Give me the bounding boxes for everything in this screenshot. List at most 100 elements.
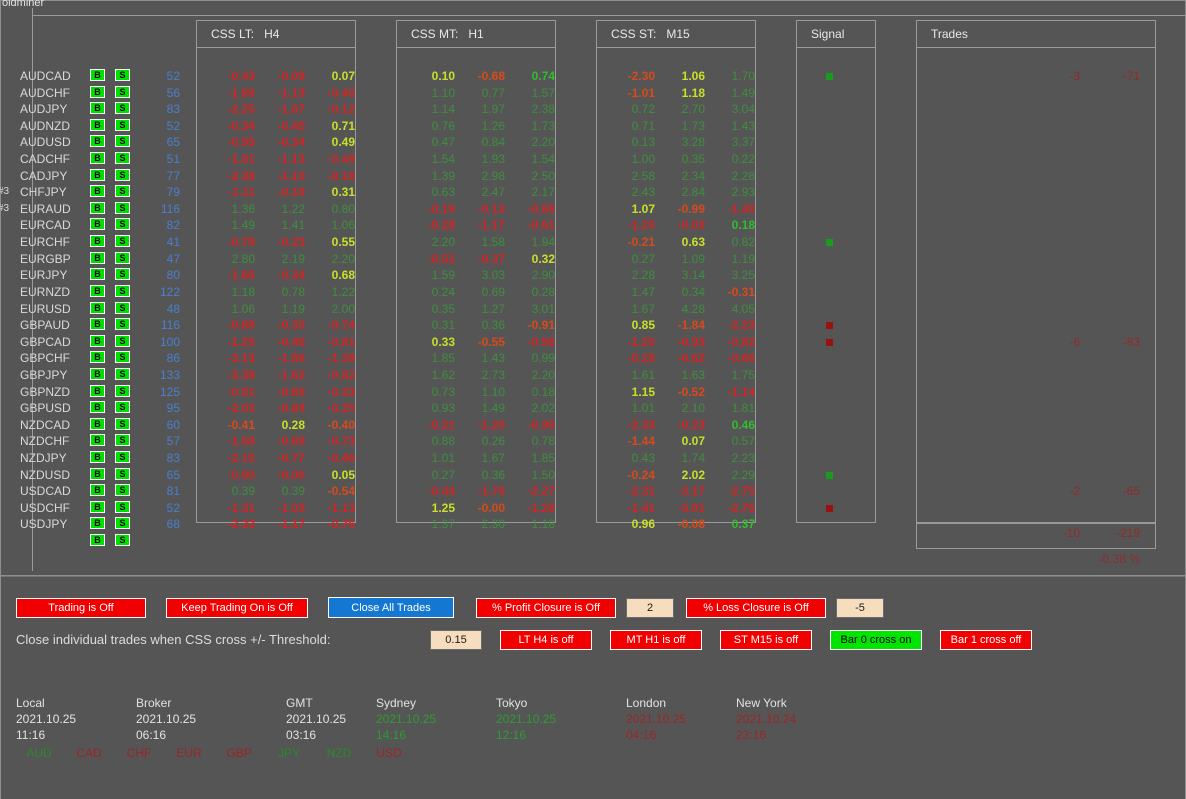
buy-button-audnzd[interactable]: B [90, 118, 105, 131]
buy-button-cadchf[interactable]: B [90, 152, 105, 165]
buy-button-usdchf[interactable]: B [90, 500, 105, 513]
buy-button-eurcad[interactable]: B [90, 218, 105, 231]
sell-button-eurnzd[interactable]: S [115, 284, 130, 297]
loss-closure-button[interactable]: % Loss Closure is Off [686, 598, 826, 618]
css-st-cell: 1.49 [731, 85, 755, 100]
css-lt-cell: -0.84 [277, 401, 305, 416]
sell-button-nzdusd[interactable]: S [115, 467, 130, 480]
sell-button-eurjpy[interactable]: S [115, 268, 130, 281]
trade-pips [1020, 350, 1080, 367]
clock-date: 2021.10.25 [16, 712, 77, 726]
buy-button-cadjpy[interactable]: B [90, 168, 105, 181]
buy-button-eurgbp[interactable]: B [90, 251, 105, 264]
mt-h1-toggle-button[interactable]: MT H1 is off [610, 630, 702, 650]
buy-button-eurjpy[interactable]: B [90, 268, 105, 281]
css-st-row: -1.44 0.07 0.57 [605, 433, 755, 450]
buy-button-gbpcad[interactable]: B [90, 334, 105, 347]
buy-button-gbpchf[interactable]: B [90, 351, 105, 364]
buy-button-audchf[interactable]: B [90, 85, 105, 98]
threshold-input[interactable]: 0.15 [430, 630, 482, 650]
buy-button-gbpusd[interactable]: B [90, 401, 105, 414]
css-st-cell: -1.84 [677, 318, 705, 333]
css-lt-cell: -3.13 [227, 351, 255, 366]
clock-date: 2021.10.25 [136, 712, 197, 726]
sell-button-audusd[interactable]: S [115, 135, 130, 148]
sell-button-chfjpy[interactable]: S [115, 185, 130, 198]
css-st-cell: -2.31 [627, 484, 655, 499]
sell-button-eurusd[interactable]: S [115, 301, 130, 314]
sell-button-gbpusd[interactable]: S [115, 401, 130, 414]
css-lt-cell: 0.05 [331, 467, 355, 482]
sell-button-nzdchf[interactable]: S [115, 434, 130, 447]
close-all-trades-button[interactable]: Close All Trades [328, 597, 454, 618]
trades-percent: -0.38 % [1098, 552, 1140, 566]
sell-button-gbpchf[interactable]: S [115, 351, 130, 364]
buy-button-audjpy[interactable]: B [90, 102, 105, 115]
sell-button-audjpy[interactable]: S [115, 102, 130, 115]
sell-button-cadjpy[interactable]: S [115, 168, 130, 181]
buy-button-nzdcad[interactable]: B [90, 417, 105, 430]
css-mt-cell: 0.36 [481, 318, 505, 333]
spread-value: 41 [166, 235, 180, 250]
css-lt-row: 1.18 0.78 1.22 [205, 284, 355, 301]
sell-button-audchf[interactable]: S [115, 85, 130, 98]
signal-row [826, 251, 846, 268]
buy-button-eurnzd[interactable]: B [90, 284, 105, 297]
buy-button-audcad[interactable]: B [90, 69, 105, 81]
buy-button-euraud[interactable]: B [90, 201, 105, 214]
buy-button-gbpaud[interactable]: B [90, 318, 105, 331]
sell-button-eurchf[interactable]: S [115, 235, 130, 248]
sell-button-gbpnzd[interactable]: S [115, 384, 130, 397]
profit-closure-input[interactable]: 2 [626, 598, 674, 618]
profit-closure-button[interactable]: % Profit Closure is Off [476, 598, 616, 618]
css-mt-cell: -1.17 [477, 218, 505, 233]
lt-h4-toggle-button[interactable]: LT H4 is off [500, 630, 592, 650]
sell-button-usdcad[interactable]: S [115, 484, 130, 497]
buy-button-nzdchf[interactable]: B [90, 434, 105, 447]
css-st-cell: -1.14 [727, 384, 755, 399]
buy-button-gbpjpy[interactable]: B [90, 367, 105, 380]
buy-button-nzdusd[interactable]: B [90, 467, 105, 480]
buy-button-gbpnzd[interactable]: B [90, 384, 105, 397]
buy-button-eurchf[interactable]: B [90, 235, 105, 248]
sell-button-usdchf[interactable]: S [115, 500, 130, 513]
st-m15-toggle-button[interactable]: ST M15 is off [720, 630, 812, 650]
loss-closure-input[interactable]: -5 [836, 598, 884, 618]
sell-button-gbpcad[interactable]: S [115, 334, 130, 347]
spread-value: 57 [166, 434, 180, 449]
buy-button-audusd[interactable]: B [90, 135, 105, 148]
signal-row [826, 101, 846, 118]
sell-button-gbpaud[interactable]: S [115, 318, 130, 331]
sell-button-gbpjpy[interactable]: S [115, 367, 130, 380]
sell-button-eurgbp[interactable]: S [115, 251, 130, 264]
buy-button-usdcad[interactable]: B [90, 484, 105, 497]
keep-trading-toggle-button[interactable]: Keep Trading On is Off [166, 598, 308, 618]
buy-button-eurusd[interactable]: B [90, 301, 105, 314]
sell-button-nzdcad[interactable]: S [115, 417, 130, 430]
sell-button-cadchf[interactable]: S [115, 152, 130, 165]
buy-button-usdjpy[interactable]: B [90, 517, 105, 530]
trades-row [1020, 417, 1140, 434]
css-mt-cell: -0.68 [477, 69, 505, 83]
sell-button-eurcad[interactable]: S [115, 218, 130, 231]
currency-usd: USD [376, 746, 402, 760]
trade-pips [1020, 251, 1080, 268]
bar0-cross-toggle-button[interactable]: Bar 0 cross on [830, 630, 922, 650]
trades-row [1020, 101, 1140, 118]
sell-button-nzdjpy[interactable]: S [115, 451, 130, 464]
global-buy-button[interactable]: B [90, 534, 105, 546]
global-buy-sell[interactable]: B S [90, 533, 150, 549]
buy-button-chfjpy[interactable]: B [90, 185, 105, 198]
css-lt-cell: -0.81 [327, 334, 355, 349]
global-sell-button[interactable]: S [115, 534, 130, 546]
sell-button-usdjpy[interactable]: S [115, 517, 130, 530]
sell-button-euraud[interactable]: S [115, 201, 130, 214]
trading-toggle-button[interactable]: Trading is Off [16, 598, 146, 618]
buy-button-nzdjpy[interactable]: B [90, 451, 105, 464]
sell-button-audnzd[interactable]: S [115, 118, 130, 131]
bar1-cross-toggle-button[interactable]: Bar 1 cross off [940, 630, 1032, 650]
css-st-cell: 1.81 [731, 401, 755, 416]
sell-button-audcad[interactable]: S [115, 69, 130, 81]
css-lt-cell: -0.90 [227, 467, 255, 482]
css-mt-cell: 1.37 [431, 517, 455, 532]
